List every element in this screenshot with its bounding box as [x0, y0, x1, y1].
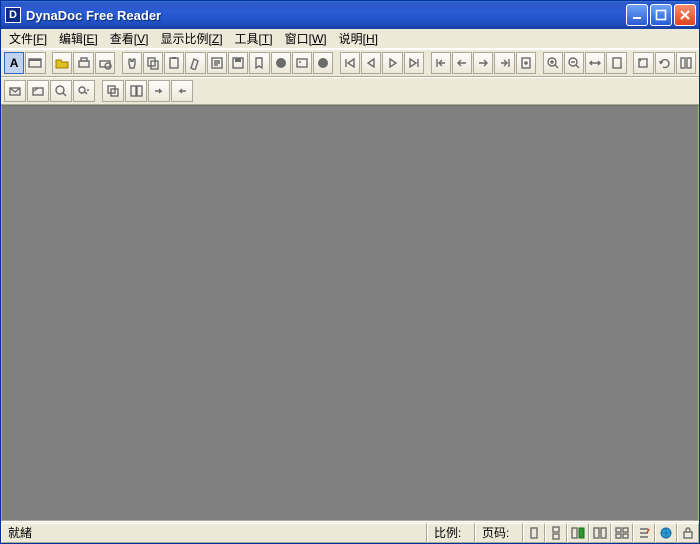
nav-last-icon[interactable]: [494, 52, 514, 74]
status-facing-icon[interactable]: [567, 523, 589, 543]
menu-window[interactable]: 窗口[W]: [279, 28, 333, 49]
app-window: D DynaDoc Free Reader 文件[F] 编辑[E] 查看[V] …: [0, 0, 700, 544]
rotate-right-icon[interactable]: [655, 52, 675, 74]
print-button[interactable]: [73, 52, 93, 74]
prev-page-button[interactable]: [361, 52, 381, 74]
status-page-label: 页码:: [475, 523, 523, 543]
toolbar-separator: [116, 52, 121, 74]
paste-button[interactable]: [164, 52, 184, 74]
document-area[interactable]: [1, 105, 699, 521]
status-web-icon[interactable]: [655, 523, 677, 543]
tile-icon[interactable]: [125, 80, 147, 102]
toolbar-separator: [537, 52, 542, 74]
status-facing-2-icon[interactable]: [589, 523, 611, 543]
toolbar-separator: [628, 52, 633, 74]
cascade-icon[interactable]: [102, 80, 124, 102]
zoom-out-button[interactable]: [564, 52, 584, 74]
status-thumbnail-icon[interactable]: [611, 523, 633, 543]
find-button[interactable]: [50, 80, 72, 102]
status-continuous-icon[interactable]: [545, 523, 567, 543]
mail-forward-icon[interactable]: [4, 80, 26, 102]
fit-page-button[interactable]: [606, 52, 626, 74]
status-zoom-label: 比例:: [427, 523, 475, 543]
copy-button[interactable]: [143, 52, 163, 74]
first-page-button[interactable]: [340, 52, 360, 74]
statusbar: 就緒 比例: 页码:: [1, 521, 699, 543]
text-select-tool[interactable]: A: [4, 52, 24, 74]
nav-first-icon[interactable]: [431, 52, 451, 74]
hand-tool[interactable]: [122, 52, 142, 74]
highlight-button[interactable]: [185, 52, 205, 74]
record-2-icon[interactable]: [313, 52, 333, 74]
mail-reply-icon[interactable]: [27, 80, 49, 102]
toolbar-separator: [47, 52, 52, 74]
maximize-button[interactable]: [650, 4, 672, 26]
forward-arrow-icon[interactable]: [148, 80, 170, 102]
toolbar-separator: [425, 52, 430, 74]
print-preview-button[interactable]: [95, 52, 115, 74]
toolbar-row-1: A: [1, 49, 699, 77]
status-outline-icon[interactable]: [633, 523, 655, 543]
nav-next-icon[interactable]: [473, 52, 493, 74]
rotate-left-icon[interactable]: [633, 52, 653, 74]
goto-page-icon[interactable]: [516, 52, 536, 74]
last-page-button[interactable]: [404, 52, 424, 74]
toolbar-separator: [96, 80, 101, 102]
image-tool-icon[interactable]: [292, 52, 312, 74]
window-title: DynaDoc Free Reader: [26, 8, 624, 23]
menu-file[interactable]: 文件[F]: [3, 28, 53, 49]
open-button[interactable]: [52, 52, 72, 74]
toolbar-row-2: [1, 77, 699, 105]
status-lock-icon[interactable]: [677, 523, 699, 543]
menu-zoom[interactable]: 显示比例[Z]: [154, 28, 228, 49]
minimize-button[interactable]: [626, 4, 648, 26]
find-next-icon[interactable]: [73, 80, 95, 102]
save-button[interactable]: [228, 52, 248, 74]
menu-help[interactable]: 说明[H]: [333, 28, 384, 49]
next-page-button[interactable]: [382, 52, 402, 74]
toolbar-separator: [334, 52, 339, 74]
titlebar[interactable]: D DynaDoc Free Reader: [1, 1, 699, 29]
status-single-page-icon[interactable]: [523, 523, 545, 543]
note-button[interactable]: [207, 52, 227, 74]
record-icon[interactable]: [271, 52, 291, 74]
close-button[interactable]: [674, 4, 696, 26]
menu-tools[interactable]: 工具[T]: [229, 28, 279, 49]
menu-view[interactable]: 查看[V]: [104, 28, 155, 49]
nav-prev-icon[interactable]: [452, 52, 472, 74]
status-ready: 就緒: [1, 523, 427, 543]
page-layout-icon[interactable]: [676, 52, 696, 74]
zoom-in-button[interactable]: [543, 52, 563, 74]
back-arrow-icon[interactable]: [171, 80, 193, 102]
app-icon: D: [5, 7, 21, 23]
bookmark-button[interactable]: [249, 52, 269, 74]
browse-tool[interactable]: [25, 52, 45, 74]
menu-edit[interactable]: 编辑[E]: [53, 28, 104, 49]
fit-width-button[interactable]: [585, 52, 605, 74]
menubar: 文件[F] 编辑[E] 查看[V] 显示比例[Z] 工具[T] 窗口[W] 说明…: [1, 29, 699, 49]
